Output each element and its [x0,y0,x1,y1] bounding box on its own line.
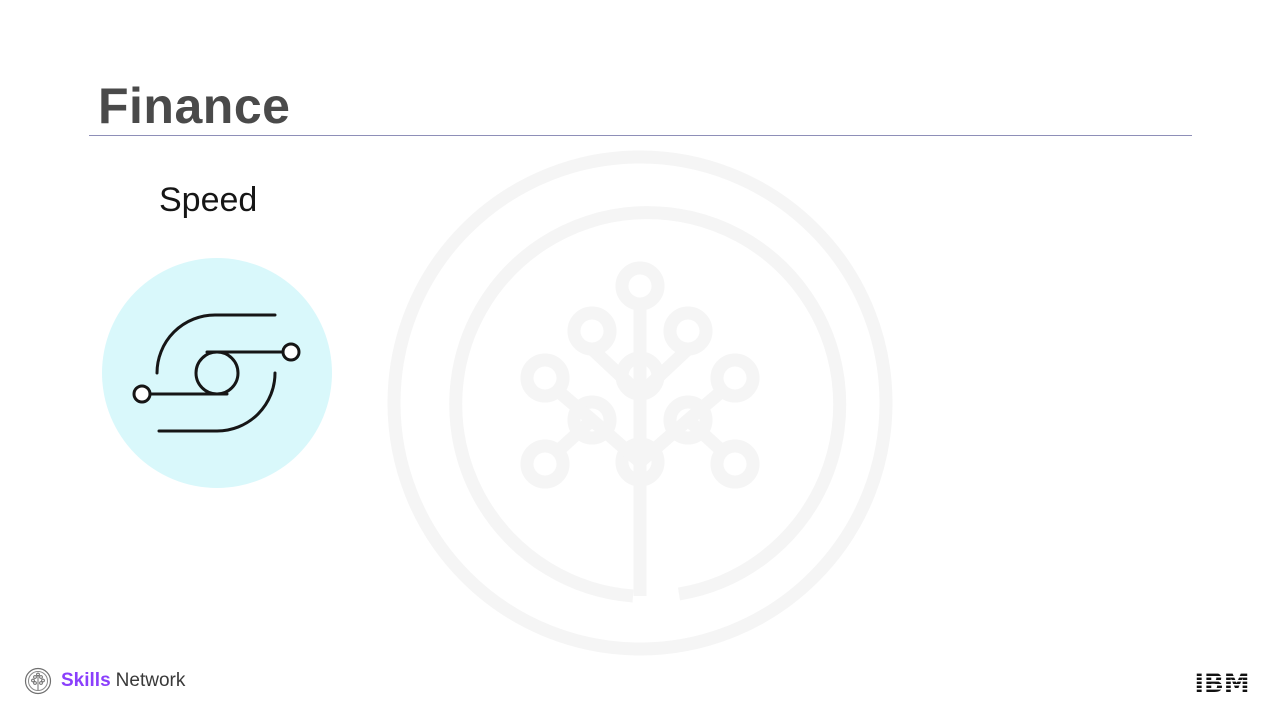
title-divider [89,135,1192,136]
slide: Finance Speed Skills Network IBM [0,0,1280,720]
skills-network-tree-icon [24,667,52,695]
brand-name-regular: Network [115,670,186,691]
topic-heading: Speed [159,181,258,219]
speed-loop-icon [102,258,332,488]
ibm-logo: IBM [1189,669,1255,695]
skills-network-brand: Skills Network [24,667,185,695]
page-title: Finance [98,78,291,134]
watermark-tree-icon [387,150,893,656]
brand-name-bold: Skills [61,670,111,691]
